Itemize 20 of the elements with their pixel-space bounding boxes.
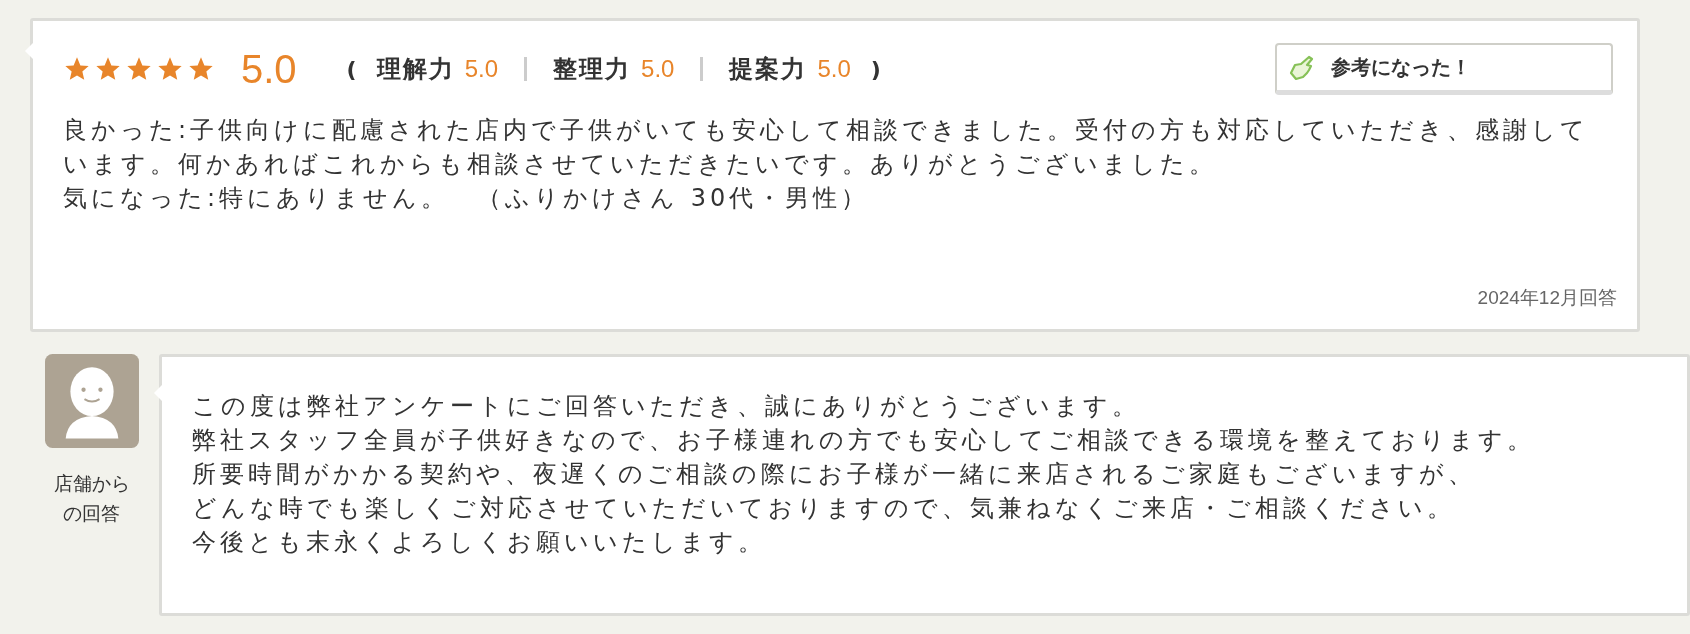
reply-text: この度は弊社アンケートにご回答いただき、誠にありがとうございます。	[192, 391, 1142, 422]
reply-text: どんな時でも楽しくご対応させていただいておりますので、気兼ねなくご来店・ご相談ください。	[192, 493, 1457, 524]
helpful-button[interactable]: 参考になった！	[1275, 43, 1613, 95]
rating-label: 理解力	[376, 54, 455, 85]
rating-label: 提案力	[729, 54, 808, 85]
parenthesis: )	[870, 56, 881, 82]
review-comment: 良かった:子供向けに配慮された店内で子供がいても安心して相談できました。受付の方も対応していただき、感謝しています。何かあればこれからも相談させていただきたいです。ありがとうございました。	[63, 115, 1591, 180]
reply-text: 所要時間がかかる契約や、夜遅くのご相談の際にお子様が一緒に来店されるご家庭もございますが、	[192, 459, 1478, 490]
reply-label: 店舗からの回答	[52, 471, 131, 526]
rating-value: 5.0	[641, 55, 675, 83]
overall-score: 5.0	[241, 46, 297, 92]
avatar-icon	[44, 354, 139, 448]
reply-text: 弊社スタッフ全員が子供好きなので、お子様連れの方でも安心してご相談できる環境を整えております。	[192, 425, 1537, 456]
answer-date: 2024年12月回答	[1477, 286, 1617, 310]
rating-value: 5.0	[464, 55, 499, 83]
rating-label: 整理力	[553, 54, 632, 85]
rating-value: 5.0	[817, 55, 851, 83]
parenthesis: (	[346, 56, 357, 82]
review-comment: 気になった:特にありません。 （ふりかけさん 30代・男性）	[63, 183, 871, 214]
reply-text: 今後とも末永くよろしくお願いいたします。	[192, 527, 768, 558]
